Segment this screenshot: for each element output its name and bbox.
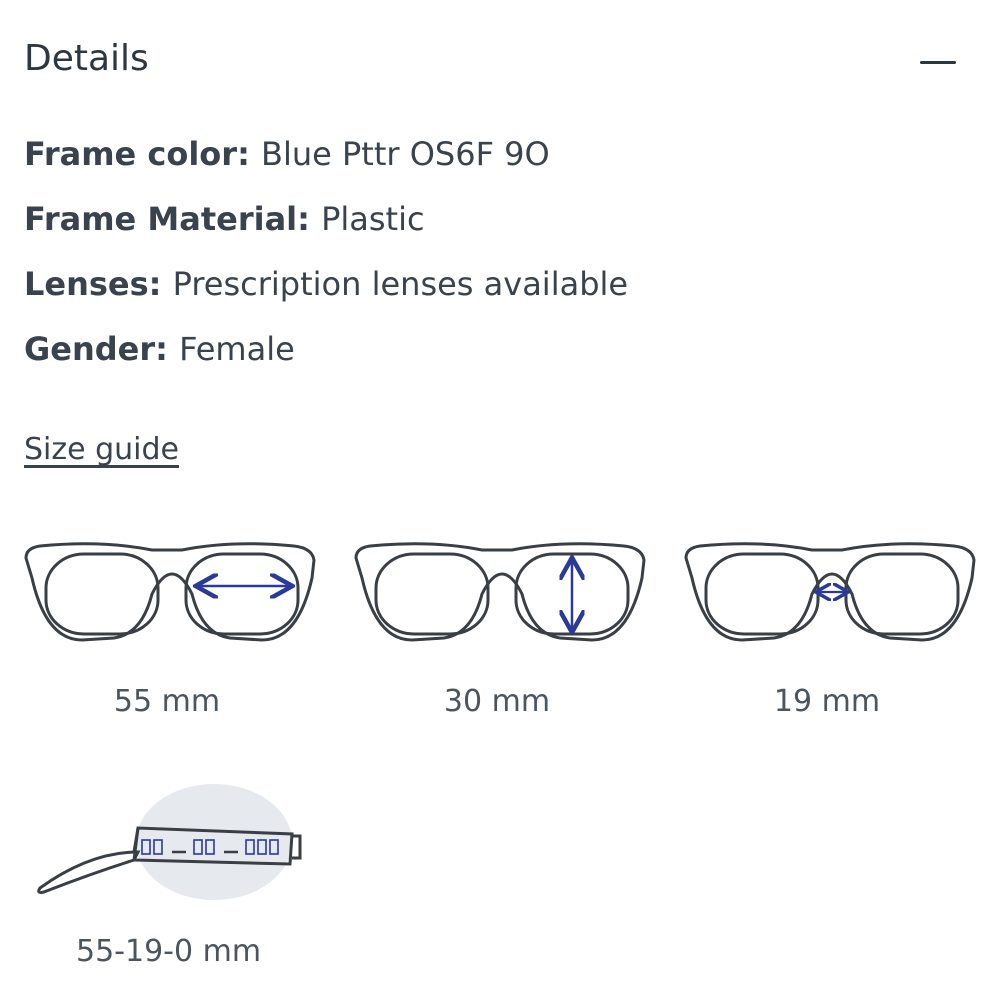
detail-value: Blue Pttr OS6F 9O — [261, 135, 550, 173]
minus-icon — [920, 60, 956, 64]
detail-value: Female — [179, 330, 295, 368]
measurement-label: 55 mm — [113, 684, 221, 719]
detail-row-lenses: Lenses: Prescription lenses available — [24, 265, 629, 303]
detail-row-gender: Gender: Female — [24, 330, 295, 368]
temple-size-illustration — [30, 778, 330, 918]
details-header[interactable]: Details — [24, 32, 976, 92]
detail-value: Plastic — [321, 200, 425, 238]
temple-size-icon — [37, 784, 302, 900]
measurement-lens-width: 55 mm — [22, 530, 322, 730]
detail-value: Prescription lenses available — [172, 265, 629, 303]
detail-key: Lenses — [24, 265, 149, 303]
collapse-button[interactable] — [918, 44, 958, 80]
detail-key: Frame Material — [24, 200, 298, 238]
section-title: Details — [24, 38, 149, 79]
temple-size-label: 55-19-0 mm — [76, 934, 262, 969]
detail-row-frame-color: Frame color: Blue Pttr OS6F 9O — [24, 135, 550, 173]
bridge-width-icon — [684, 542, 976, 642]
detail-row-frame-material: Frame Material: Plastic — [24, 200, 425, 238]
detail-key: Gender — [24, 330, 156, 368]
details-list: Frame color: Blue Pttr OS6F 9O Frame Mat… — [24, 132, 628, 392]
measurement-label: 30 mm — [443, 684, 551, 719]
measurement-lens-height: 30 mm — [352, 530, 652, 730]
lens-height-icon — [354, 542, 646, 642]
size-guide-link[interactable]: Size guide — [24, 432, 179, 467]
detail-key: Frame color — [24, 135, 238, 173]
measurement-bridge-width: 19 mm — [682, 530, 982, 730]
lens-width-icon — [24, 542, 316, 642]
measurement-label: 19 mm — [773, 684, 881, 719]
